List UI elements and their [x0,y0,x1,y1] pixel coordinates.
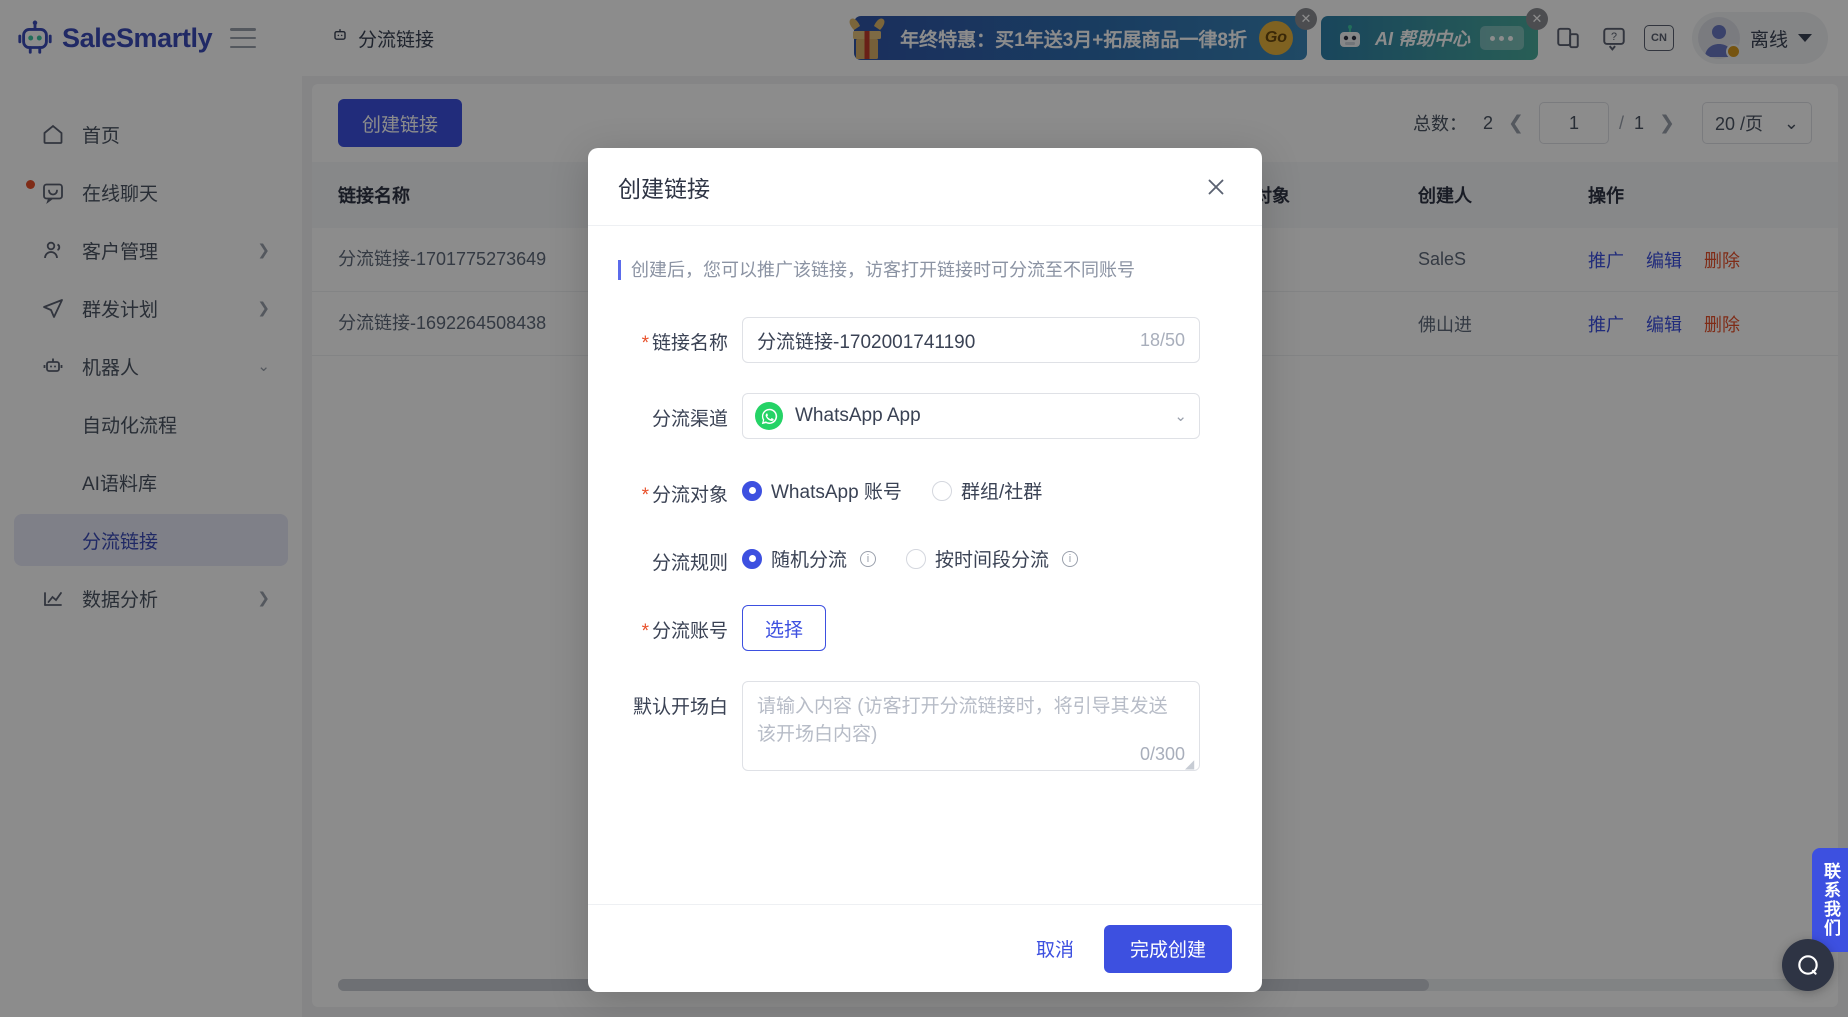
radio-icon [931,480,952,501]
greeting-textarea[interactable]: 请输入内容 (访客打开分流链接时，将引导其发送该开场白内容) 0/300 ◢ [742,681,1200,772]
resize-handle-icon[interactable]: ◢ [1185,757,1197,771]
rule-radio-group: 随机分流 i 按时间段分流 i [742,537,1232,572]
modal-footer: 取消 完成创建 [588,904,1262,992]
control-link-name: 分流链接-1702001741190 18/50 [742,317,1232,364]
control-target: WhatsApp 账号 群组/社群 [742,469,1232,504]
modal-body: 创建后，您可以推广该链接，访客打开链接时可分流至不同账号 * 链接名称 分流链接-… [588,226,1262,904]
required-asterisk: * [641,621,649,643]
tip-bar-icon [618,260,621,280]
label-link-name: * 链接名称 [641,333,728,355]
submit-create-button[interactable]: 完成创建 [1103,924,1232,973]
greeting-counter: 0/300 [1139,744,1185,765]
label-rule: 分流规则 [651,553,728,575]
control-channel: WhatsApp App ⌄ [742,393,1232,440]
chevron-down-icon: ⌄ [1174,408,1187,426]
modal-tip: 创建后，您可以推广该链接，访客打开链接时可分流至不同账号 [618,258,1232,283]
info-icon[interactable]: i [860,550,877,567]
modal-tip-text: 创建后，您可以推广该链接，访客打开链接时可分流至不同账号 [631,260,1135,280]
close-icon[interactable] [1200,171,1232,203]
app-root: SaleSmartly 首页 在线聊天 客户管理 ❯ 群发计划 ❯ 机器人 ⌄ … [0,0,1848,1017]
modal-header: 创建链接 [588,148,1262,226]
label-account: * 分流账号 [641,621,728,643]
required-asterisk: * [641,485,649,507]
link-name-input[interactable]: 分流链接-1702001741190 18/50 [742,317,1200,364]
whatsapp-icon [755,402,783,431]
control-greeting: 请输入内容 (访客打开分流链接时，将引导其发送该开场白内容) 0/300 ◢ [742,681,1232,772]
radio-label: 群组/社群 [960,482,1043,504]
target-radio-group: WhatsApp 账号 群组/社群 [742,469,1232,504]
form-row-target: * 分流对象 WhatsApp 账号 群组/社群 [618,469,1232,507]
link-name-counter: 18/50 [1139,329,1185,350]
greeting-placeholder: 请输入内容 (访客打开分流链接时，将引导其发送该开场白内容) [757,696,1168,745]
label-channel: 分流渠道 [651,409,728,431]
channel-select[interactable]: WhatsApp App ⌄ [742,393,1200,440]
form-row-link-name: * 链接名称 分流链接-1702001741190 18/50 [618,317,1232,364]
required-asterisk: * [641,333,649,355]
radio-icon [742,548,762,569]
control-rule: 随机分流 i 按时间段分流 i [742,537,1232,572]
radio-icon [742,480,762,501]
channel-value: WhatsApp App [795,405,921,427]
support-chat-button[interactable] [1782,939,1834,991]
link-name-value: 分流链接-1702001741190 [757,331,976,353]
modal-title: 创建链接 [618,175,710,202]
label-greeting: 默认开场白 [632,697,728,719]
form-row-rule: 分流规则 随机分流 i 按时间段分流 i [618,537,1232,575]
radio-target-group[interactable]: 群组/社群 [931,477,1043,504]
create-link-modal: 创建链接 创建后，您可以推广该链接，访客打开链接时可分流至不同账号 *链接名称 [588,148,1262,992]
info-icon[interactable]: i [1062,550,1079,567]
control-account: 选择 [742,605,1232,652]
radio-label: 随机分流 [771,550,848,572]
radio-icon [906,548,927,569]
form-row-channel: 分流渠道 WhatsApp App ⌄ [618,393,1232,440]
radio-label: 按时间段分流 [935,550,1050,572]
form-row-account: * 分流账号 选择 [618,605,1232,652]
cancel-button[interactable]: 取消 [1022,925,1088,972]
radio-target-whatsapp-account[interactable]: WhatsApp 账号 [742,477,902,504]
select-account-button[interactable]: 选择 [742,605,827,652]
radio-rule-random[interactable]: 随机分流 i [742,545,877,572]
label-target: * 分流对象 [641,485,728,507]
form-row-greeting: 默认开场白 请输入内容 (访客打开分流链接时，将引导其发送该开场白内容) 0/3… [618,681,1232,772]
radio-rule-by-time[interactable]: 按时间段分流 i [906,545,1079,572]
radio-label: WhatsApp 账号 [771,482,902,504]
contact-us-tab[interactable]: 联系我们 [1812,848,1848,952]
